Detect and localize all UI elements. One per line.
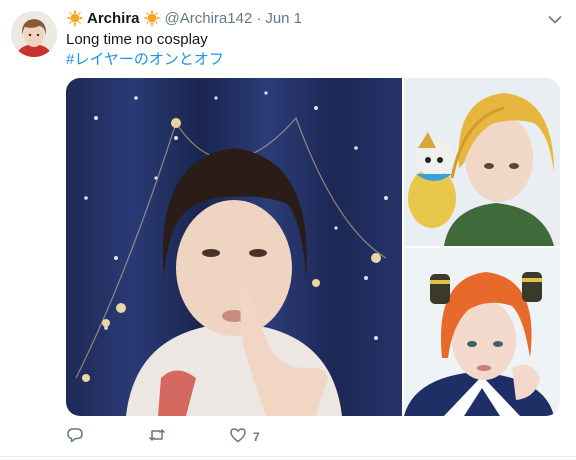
tweet-actions: 7 (66, 426, 366, 448)
tweet-date[interactable]: Jun 1 (265, 10, 302, 27)
reply-button[interactable] (66, 426, 84, 448)
separator-dot: · (256, 9, 262, 27)
like-count: 7 (253, 430, 260, 444)
photo-bottom-right[interactable] (404, 248, 560, 416)
divider (0, 456, 576, 457)
heart-icon (229, 426, 247, 449)
chevron-down-icon[interactable] (548, 12, 562, 24)
like-button[interactable]: 7 (229, 426, 260, 448)
sun-emoji-icon (66, 9, 84, 27)
display-name[interactable]: Archira (87, 10, 140, 27)
user-handle[interactable]: @Archira142 (165, 10, 253, 27)
tweet-text: Long time no cosplay (66, 31, 208, 48)
tweet: Archira @Archira142 · Jun 1 Long time no… (0, 0, 576, 460)
sun-emoji-icon (142, 9, 161, 27)
reply-icon (66, 426, 84, 449)
tweet-header: Archira @Archira142 · Jun 1 (66, 8, 302, 28)
photo-top-right[interactable] (404, 78, 560, 246)
photo-main[interactable] (66, 78, 402, 416)
retweet-icon (148, 426, 166, 449)
avatar[interactable] (11, 11, 57, 57)
hashtag-link[interactable]: #レイヤーのオンとオフ (66, 50, 224, 70)
retweet-button[interactable] (148, 426, 166, 448)
media-grid (66, 78, 560, 416)
